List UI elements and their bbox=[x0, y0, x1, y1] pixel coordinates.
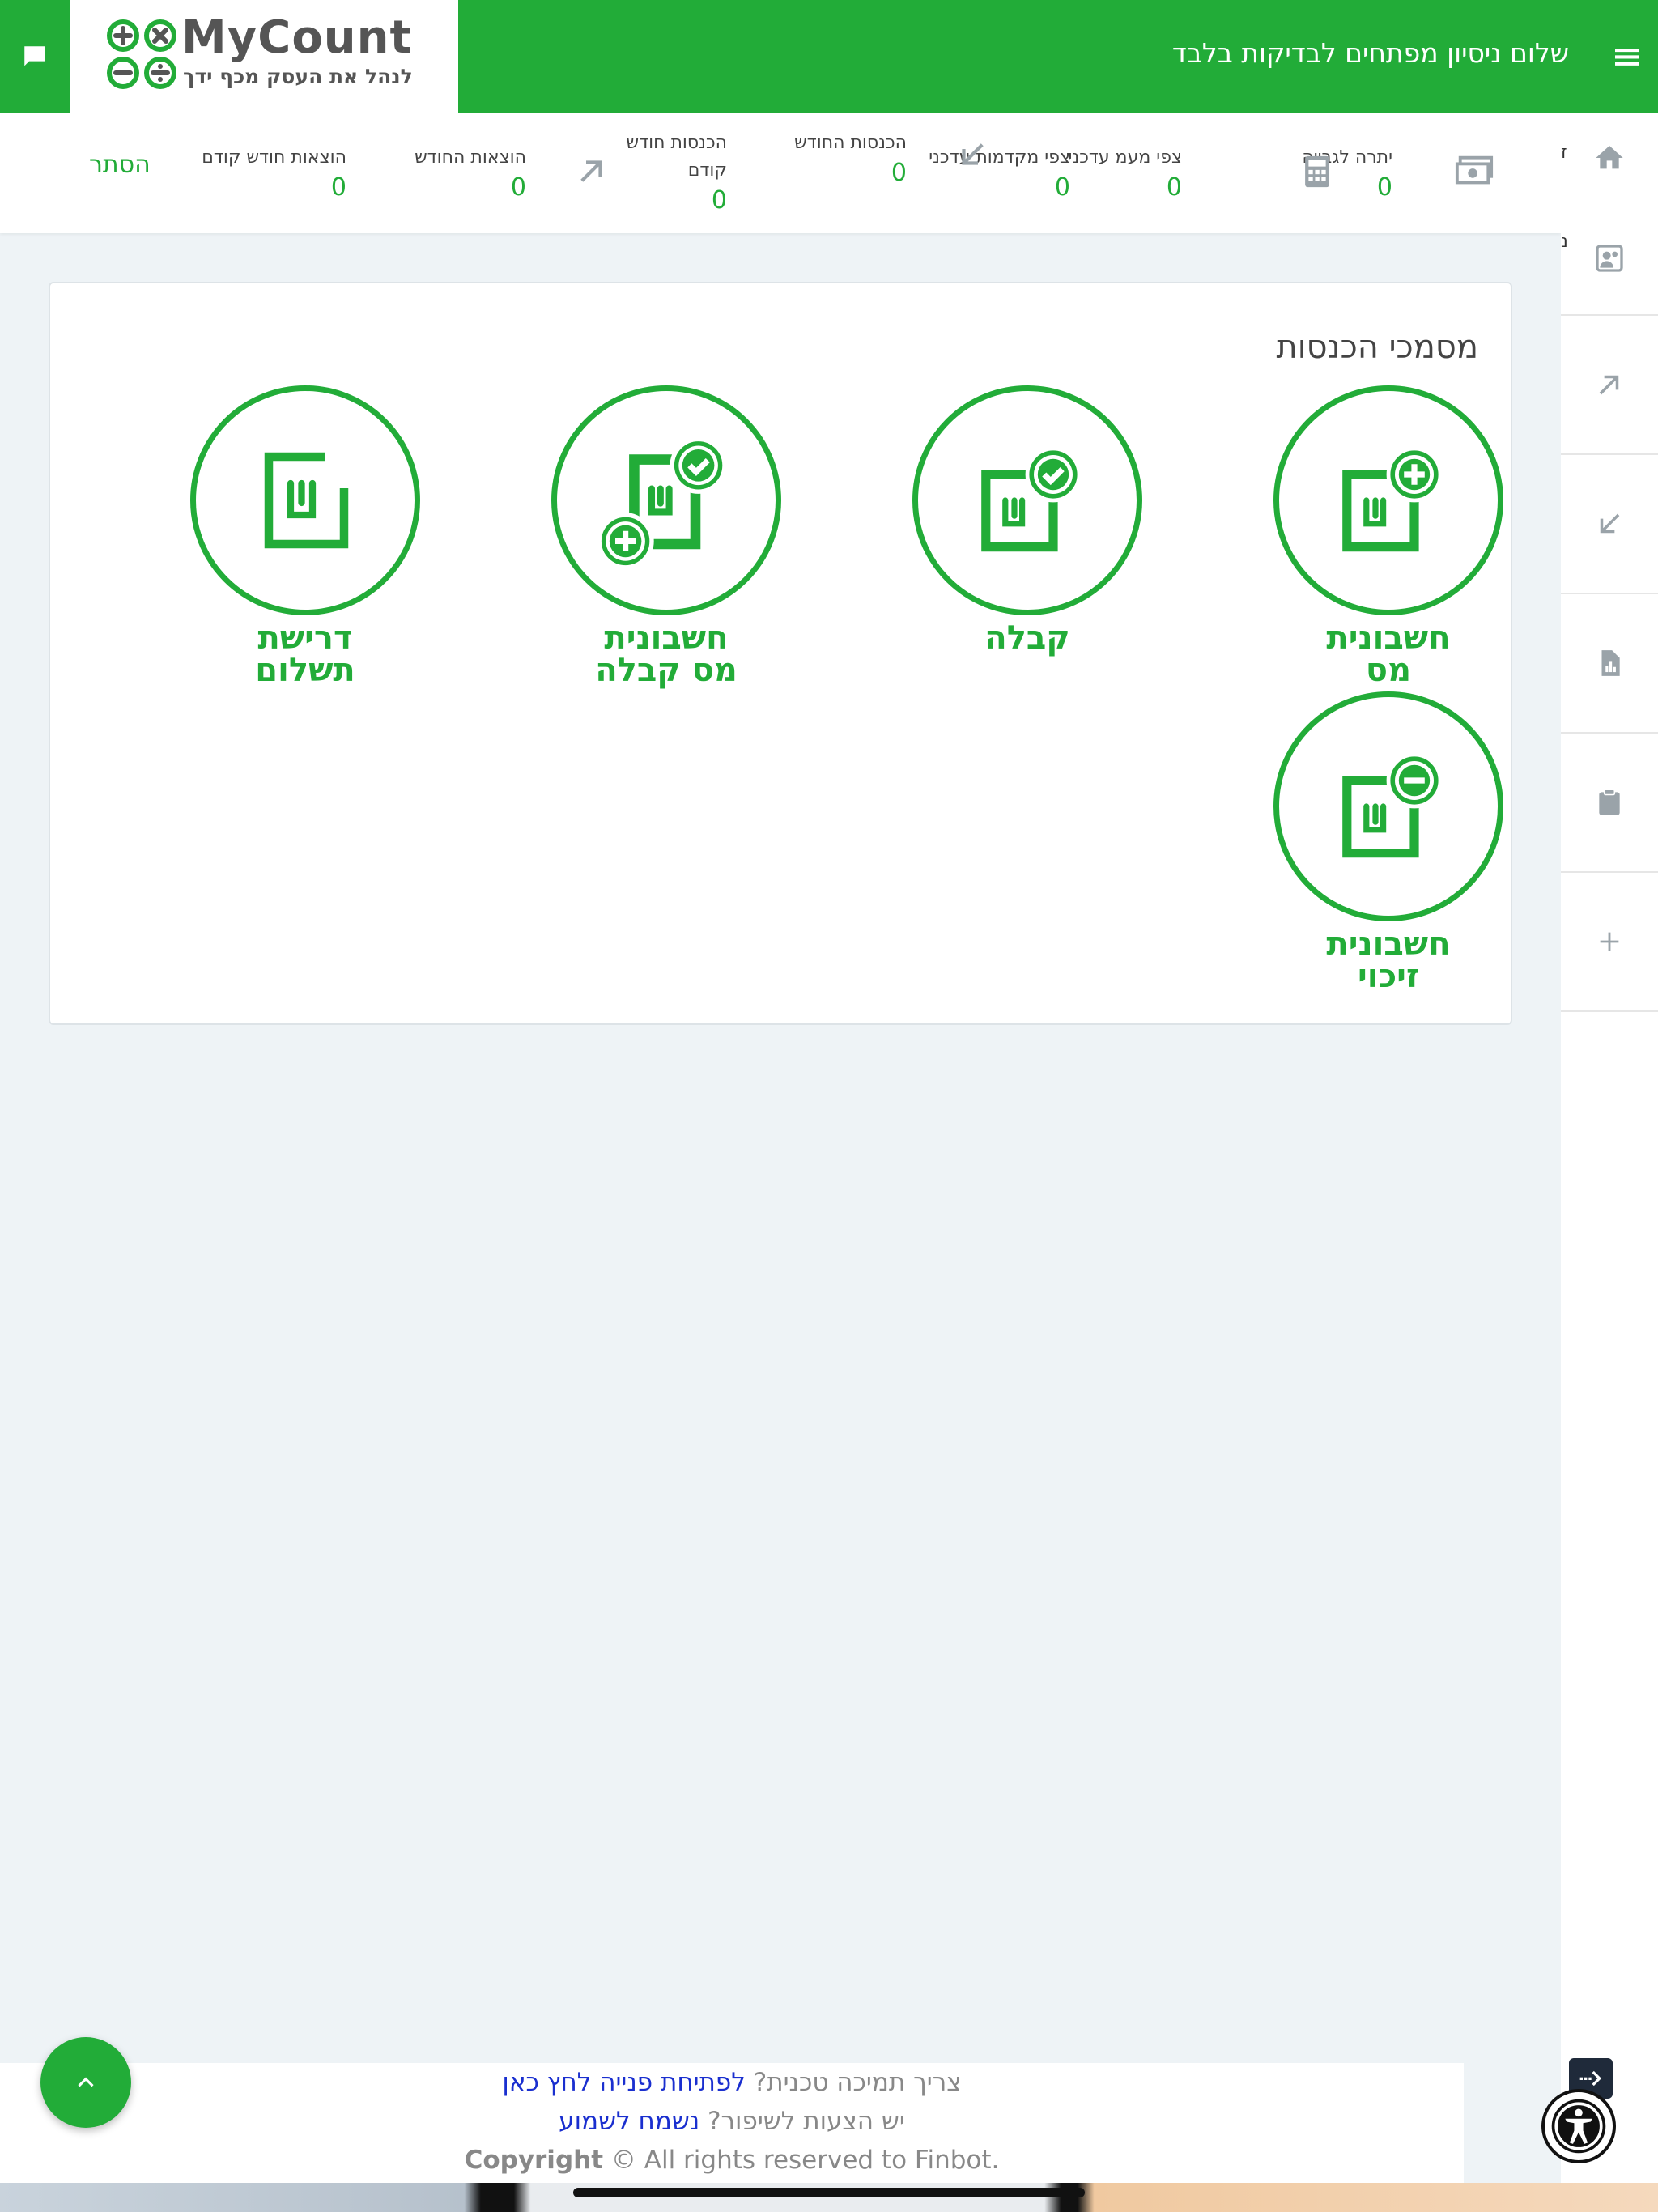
chevron-up-icon bbox=[78, 2077, 94, 2087]
invoice-plus-icon bbox=[1342, 446, 1443, 552]
cash-icon bbox=[1455, 155, 1494, 185]
arrow-down-left-icon bbox=[962, 143, 984, 165]
logo[interactable]: MyCount לנהל את העסק מכף ידך bbox=[70, 0, 458, 113]
sidebar-item-customers[interactable] bbox=[1561, 202, 1658, 316]
arrow-down-left-icon bbox=[1600, 513, 1620, 534]
stat-vat-forecast: צפי מעמ עדכני 0 bbox=[1068, 147, 1183, 202]
stat-balance-to-collect: יתרה לגבייה 0 bbox=[1302, 147, 1392, 202]
doc-label: חשבונית מס bbox=[1326, 619, 1451, 689]
top-header: MyCount לנהל את העסק מכף ידך שלום ניסיון… bbox=[0, 0, 1658, 113]
sidebar-item-add[interactable] bbox=[1561, 873, 1658, 1012]
sidebar-item-income[interactable] bbox=[1561, 316, 1658, 455]
doc-label: חשבונית זיכוי bbox=[1326, 925, 1451, 995]
stat-advance-forecast: צפי מקדמות עדכני 0 bbox=[929, 147, 1070, 202]
accessibility-icon bbox=[1551, 2099, 1606, 2154]
hide-stats-link[interactable]: הסתר bbox=[89, 151, 151, 179]
doc-label: חשבונית מס קבלה bbox=[595, 619, 738, 689]
copyright-bold: Copyright bbox=[464, 2146, 604, 2175]
greeting-text: שלום ניסיון מפתחים לבדיקות בלבד bbox=[1171, 37, 1569, 69]
doc-label: דרישת תשלום bbox=[255, 619, 355, 689]
right-sidebar: ז נ bbox=[1561, 113, 1658, 2212]
scroll-to-top-button[interactable] bbox=[40, 2037, 131, 2128]
doc-label: קבלה bbox=[984, 619, 1070, 657]
calculator-icon bbox=[1305, 155, 1329, 188]
logout-arrow-icon bbox=[1579, 2070, 1602, 2087]
support-link[interactable]: לפתיחת פנייה לחץ כאן bbox=[502, 2068, 746, 2097]
sidebar-item-expenses[interactable] bbox=[1561, 455, 1658, 594]
payment-request-icon bbox=[264, 452, 349, 549]
sidebar-item-reports[interactable] bbox=[1561, 594, 1658, 734]
stat-income-last-month: הכנסות חודש קודם 0 bbox=[626, 133, 727, 215]
stat-expenses-this-month: הוצאות החודש 0 bbox=[414, 147, 526, 202]
doc-payment-request[interactable]: דרישת תשלום bbox=[188, 385, 423, 687]
people-icon bbox=[1596, 245, 1623, 272]
stats-bar: יתרה לגבייה 0 צפי מעמ עדכני 0 צפי מקדמות… bbox=[0, 113, 1561, 233]
home-icon bbox=[1596, 146, 1623, 169]
support-line: צריך תמיכה טכנית? לפתיחת פנייה לחץ כאן bbox=[0, 2063, 1464, 2102]
card-title: מסמכי הכנסות bbox=[1276, 329, 1478, 366]
receipt-check-icon bbox=[981, 446, 1082, 552]
copyright-text: © All rights reserved to Finbot. bbox=[610, 2146, 1000, 2175]
arrow-up-right-icon bbox=[1599, 375, 1619, 395]
invoice-receipt-icon bbox=[597, 436, 727, 570]
doc-tax-invoice[interactable]: חשבונית מס bbox=[1271, 385, 1506, 687]
home-indicator bbox=[573, 2188, 1085, 2197]
income-documents-card: מסמכי הכנסות חשבונית מס קבלה חשבונית מס … bbox=[49, 282, 1512, 1025]
accessibility-button[interactable] bbox=[1541, 2089, 1616, 2163]
credit-note-icon bbox=[1342, 752, 1443, 858]
stat-expenses-last-month: הוצאות חודש קודם 0 bbox=[202, 147, 346, 202]
improve-link[interactable]: נשמח לשמוע bbox=[559, 2107, 699, 2136]
support-question: צריך תמיכה טכנית? bbox=[753, 2068, 962, 2097]
improve-line: יש הצעות לשיפור? נשמח לשמוע bbox=[0, 2102, 1464, 2141]
footer: צריך תמיכה טכנית? לפתיחת פנייה לחץ כאן י… bbox=[0, 2063, 1464, 2183]
logo-tagline: לנהל את העסק מכף ידך bbox=[183, 65, 413, 88]
plus-icon bbox=[1600, 932, 1619, 951]
copyright: Copyright © All rights reserved to Finbo… bbox=[0, 2141, 1464, 2180]
improve-question: יש הצעות לשיפור? bbox=[708, 2107, 905, 2136]
sidebar-item-tasks[interactable] bbox=[1561, 734, 1658, 873]
logo-mark-icon bbox=[107, 19, 176, 89]
chat-icon bbox=[24, 46, 45, 66]
chat-button[interactable] bbox=[0, 0, 70, 113]
clipboard-icon bbox=[1599, 789, 1620, 815]
doc-receipt[interactable]: קבלה bbox=[910, 385, 1145, 654]
doc-credit-note[interactable]: חשבונית זיכוי bbox=[1271, 691, 1506, 993]
hamburger-menu-icon[interactable] bbox=[1611, 40, 1643, 73]
sidebar-item-home[interactable] bbox=[1561, 113, 1658, 202]
logo-name: MyCount bbox=[181, 11, 413, 64]
doc-tax-invoice-receipt[interactable]: חשבונית מס קבלה bbox=[549, 385, 784, 687]
report-icon bbox=[1601, 650, 1620, 676]
stat-income-this-month: הכנסות החודש 0 bbox=[794, 133, 907, 187]
arrow-up-right-icon bbox=[580, 160, 602, 182]
